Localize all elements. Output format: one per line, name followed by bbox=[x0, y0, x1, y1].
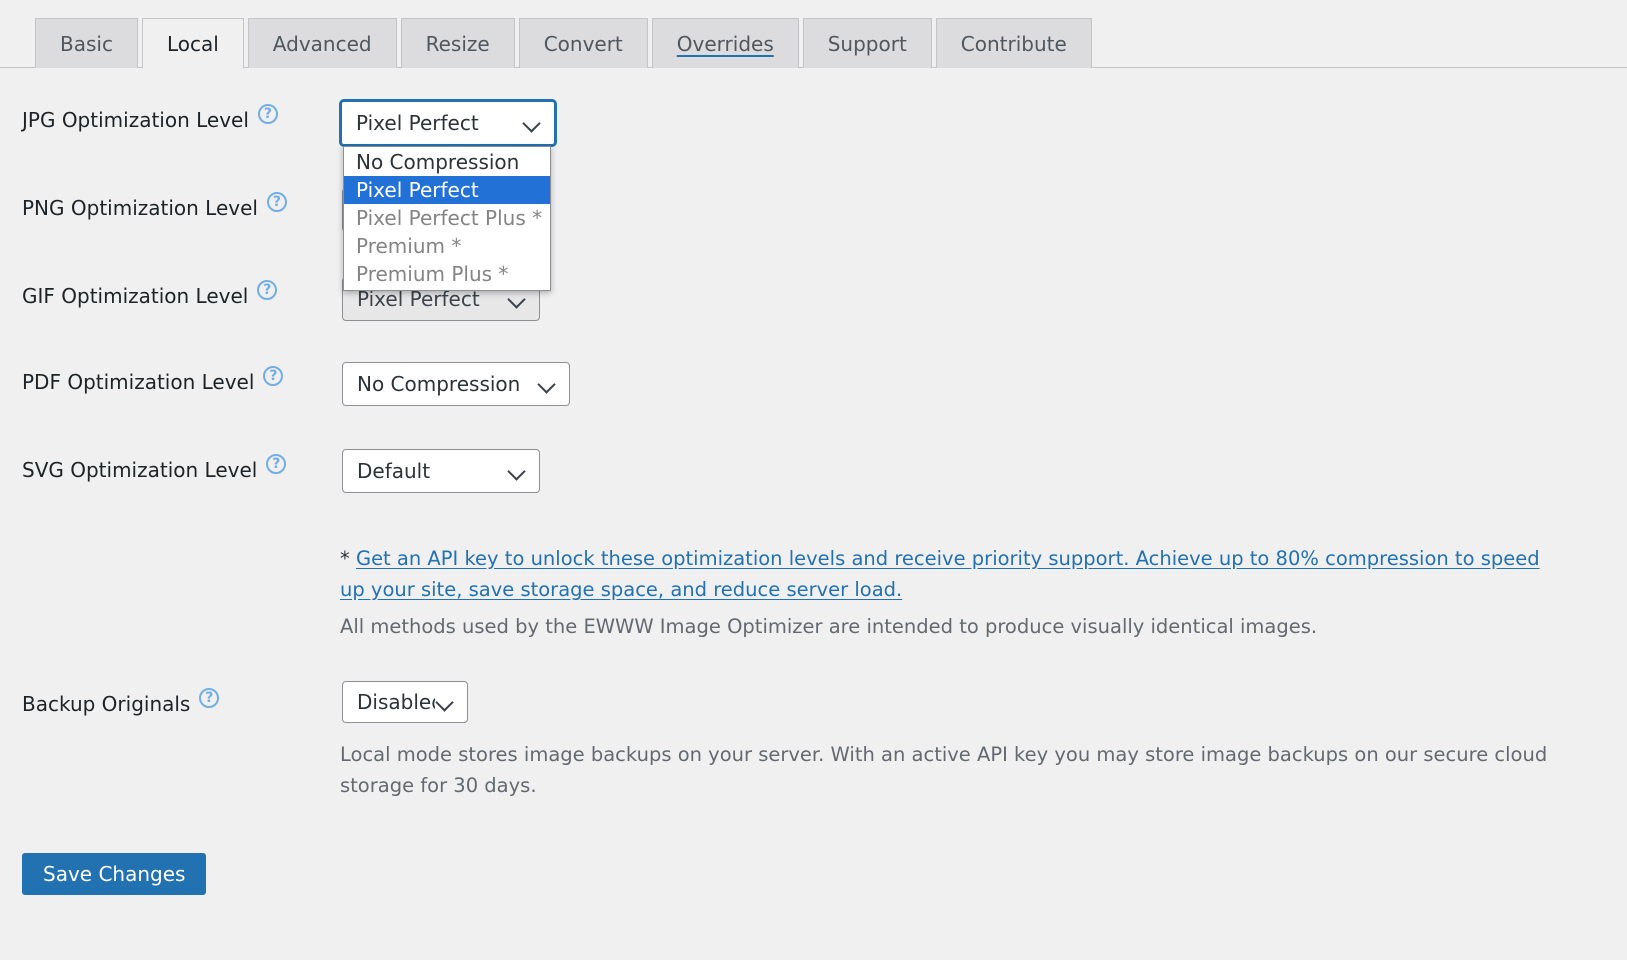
help-icon[interactable]: ? bbox=[257, 280, 277, 300]
gif-optimization-label: GIF Optimization Level ? bbox=[22, 284, 277, 308]
jpg-optimization-value: Pixel Perfect bbox=[356, 111, 514, 135]
png-optimization-label-text: PNG Optimization Level bbox=[22, 196, 258, 220]
backup-originals-note: Local mode stores image backups on your … bbox=[340, 739, 1550, 801]
jpg-optimization-label-text: JPG Optimization Level bbox=[22, 108, 249, 132]
tab-local-label: Local bbox=[167, 32, 219, 56]
pdf-optimization-label: PDF Optimization Level ? bbox=[22, 370, 283, 394]
pdf-optimization-select[interactable]: No Compression bbox=[342, 362, 570, 406]
gif-optimization-label-text: GIF Optimization Level bbox=[22, 284, 248, 308]
tab-convert-label: Convert bbox=[544, 32, 623, 56]
tab-overrides-label: Overrides bbox=[677, 32, 774, 56]
backup-originals-label: Backup Originals ? bbox=[22, 692, 219, 716]
chevron-down-icon bbox=[524, 115, 540, 131]
backup-originals-label-text: Backup Originals bbox=[22, 692, 190, 716]
help-icon[interactable]: ? bbox=[266, 454, 286, 474]
pdf-optimization-label-text: PDF Optimization Level bbox=[22, 370, 254, 394]
backup-originals-value: Disabled bbox=[357, 690, 435, 714]
tab-advanced-label: Advanced bbox=[273, 32, 372, 56]
settings-tab-bar: Basic Local Advanced Resize Convert Over… bbox=[0, 0, 1627, 68]
help-icon[interactable]: ? bbox=[199, 688, 219, 708]
chevron-down-icon bbox=[539, 376, 555, 392]
chevron-down-icon bbox=[509, 463, 525, 479]
tab-support[interactable]: Support bbox=[803, 18, 932, 68]
png-optimization-label: PNG Optimization Level ? bbox=[22, 196, 287, 220]
backup-originals-select[interactable]: Disabled bbox=[342, 681, 468, 723]
listbox-option[interactable]: No Compression bbox=[344, 148, 550, 176]
methods-note: All methods used by the EWWW Image Optim… bbox=[340, 611, 1550, 642]
chevron-down-icon bbox=[509, 291, 525, 307]
help-icon[interactable]: ? bbox=[267, 192, 287, 212]
tab-local[interactable]: Local bbox=[142, 18, 244, 68]
save-changes-button[interactable]: Save Changes bbox=[22, 853, 206, 895]
api-key-note: * Get an API key to unlock these optimiz… bbox=[340, 543, 1555, 605]
tab-basic-label: Basic bbox=[60, 32, 113, 56]
svg-optimization-label-text: SVG Optimization Level bbox=[22, 458, 257, 482]
listbox-option[interactable]: Premium Plus * bbox=[344, 260, 550, 288]
svg-optimization-select[interactable]: Default bbox=[342, 449, 540, 493]
api-note-asterisk: * bbox=[340, 547, 356, 570]
jpg-optimization-select[interactable]: Pixel Perfect bbox=[340, 100, 556, 146]
listbox-option[interactable]: Premium * bbox=[344, 232, 550, 260]
api-key-link[interactable]: Get an API key to unlock these optimizat… bbox=[340, 547, 1540, 601]
listbox-option[interactable]: Pixel Perfect bbox=[344, 176, 550, 204]
pdf-optimization-value: No Compression bbox=[357, 372, 529, 396]
listbox-option[interactable]: Pixel Perfect Plus * bbox=[344, 204, 550, 232]
tab-contribute-label: Contribute bbox=[961, 32, 1067, 56]
tab-basic[interactable]: Basic bbox=[35, 18, 138, 68]
tab-advanced[interactable]: Advanced bbox=[248, 18, 397, 68]
tab-support-label: Support bbox=[828, 32, 907, 56]
svg-optimization-value: Default bbox=[357, 459, 499, 483]
tab-contribute[interactable]: Contribute bbox=[936, 18, 1092, 68]
jpg-optimization-listbox[interactable]: No Compression Pixel Perfect Pixel Perfe… bbox=[343, 146, 551, 291]
tab-overrides[interactable]: Overrides bbox=[652, 18, 799, 68]
tab-convert[interactable]: Convert bbox=[519, 18, 648, 68]
svg-optimization-label: SVG Optimization Level ? bbox=[22, 458, 286, 482]
help-icon[interactable]: ? bbox=[263, 366, 283, 386]
help-icon[interactable]: ? bbox=[258, 104, 278, 124]
chevron-down-icon bbox=[437, 694, 453, 710]
jpg-optimization-label: JPG Optimization Level ? bbox=[22, 108, 278, 132]
tab-resize[interactable]: Resize bbox=[401, 18, 515, 68]
tab-resize-label: Resize bbox=[426, 32, 490, 56]
